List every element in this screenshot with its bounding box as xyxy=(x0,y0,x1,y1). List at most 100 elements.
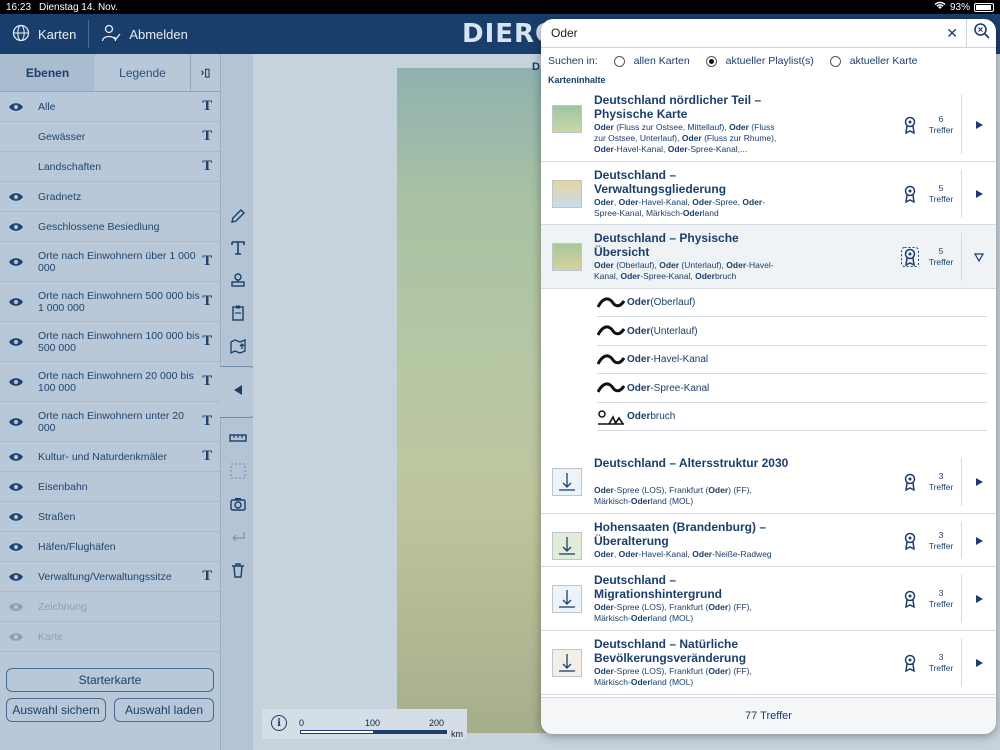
collapse-panel-icon[interactable]: ›▯ xyxy=(190,54,220,91)
scope-playlist-label[interactable]: aktueller Playlist(s) xyxy=(726,55,814,67)
maps-button[interactable]: Karten xyxy=(0,14,88,54)
text-toggle-icon[interactable]: T xyxy=(202,449,212,464)
result-item[interactable]: Deutschland – Natürliche Bevölkerungsver… xyxy=(541,631,996,695)
expand-arrow-icon[interactable] xyxy=(961,522,996,559)
result-title[interactable]: Deutschland – Migrationshintergrund xyxy=(594,573,794,601)
sub-result-item[interactable]: Oder bruch xyxy=(597,403,987,431)
eye-icon[interactable] xyxy=(8,99,30,115)
layer-row[interactable]: Orte nach Einwohnern 20 000 bis 100 000 T xyxy=(0,362,220,402)
trash-icon[interactable] xyxy=(228,560,248,580)
eye-icon[interactable] xyxy=(8,159,30,175)
expand-arrow-icon[interactable] xyxy=(961,639,996,687)
radio-playlist[interactable] xyxy=(705,55,717,67)
search-button[interactable] xyxy=(966,19,996,48)
layer-row[interactable]: Häfen/Flughäfen xyxy=(0,532,220,562)
layer-row[interactable]: Eisenbahn xyxy=(0,472,220,502)
text-toggle-icon[interactable]: T xyxy=(202,129,212,144)
layer-row[interactable]: Kultur- und Naturdenkmäler T xyxy=(0,442,220,472)
eye-icon[interactable] xyxy=(8,449,30,465)
layer-row[interactable]: Orte nach Einwohnern 500 000 bis 1 000 0… xyxy=(0,282,220,322)
layer-label: Eisenbahn xyxy=(38,480,88,493)
result-title[interactable]: Deutschland – Physische Übersicht xyxy=(594,231,794,259)
result-item[interactable]: Hohensaaten (Brandenburg) – Überalterung… xyxy=(541,514,996,567)
result-item[interactable]: Deutschland – Migrationshintergrund Oder-… xyxy=(541,567,996,631)
expand-arrow-icon[interactable] xyxy=(961,458,996,506)
eye-icon[interactable] xyxy=(8,334,30,350)
layer-row[interactable]: Alle T xyxy=(0,92,220,122)
layer-row[interactable]: Orte nach Einwohnern über 1 000 000 T xyxy=(0,242,220,282)
selection-icon[interactable] xyxy=(228,461,248,481)
tab-legend[interactable]: Legende xyxy=(95,54,190,91)
eye-icon[interactable] xyxy=(8,509,30,525)
tab-layers[interactable]: Ebenen xyxy=(0,54,95,91)
eye-icon[interactable] xyxy=(8,629,30,645)
search-input[interactable]: Oder xyxy=(541,19,996,48)
result-item[interactable]: Deutschland nördlicher Teil – Physische … xyxy=(541,87,996,162)
eye-icon[interactable] xyxy=(8,479,30,495)
layer-row[interactable]: Orte nach Einwohnern 100 000 bis 500 000… xyxy=(0,322,220,362)
eye-icon[interactable] xyxy=(8,374,30,390)
save-selection-button[interactable]: Auswahl sichern xyxy=(6,698,106,722)
collapse-sidebar-button[interactable] xyxy=(220,366,257,418)
eye-icon[interactable] xyxy=(8,599,30,615)
pencil-icon[interactable] xyxy=(228,206,248,226)
sub-result-item[interactable]: Oder -Spree-Kanal xyxy=(596,375,987,403)
eye-icon[interactable] xyxy=(8,569,30,585)
layer-row[interactable]: Straßen xyxy=(0,502,220,532)
layer-row[interactable]: Geschlossene Besiedlung xyxy=(0,212,220,242)
radio-all-maps[interactable] xyxy=(613,55,625,67)
layer-row[interactable]: Zeichnung xyxy=(0,592,220,622)
info-icon[interactable]: i xyxy=(271,715,287,731)
layer-row[interactable]: Gewässer T xyxy=(0,122,220,152)
text-toggle-icon[interactable]: T xyxy=(202,334,212,349)
text-toggle-icon[interactable]: T xyxy=(202,414,212,429)
layer-row[interactable]: Orte nach Einwohnern unter 20 000 T xyxy=(0,402,220,442)
result-item[interactable]: Deutschland – Physische Übersicht Oder (O… xyxy=(541,225,996,289)
eye-icon[interactable] xyxy=(8,294,30,310)
text-toggle-icon[interactable]: T xyxy=(202,254,212,269)
clipboard-icon[interactable] xyxy=(228,303,248,323)
layer-row[interactable]: Landschaften T xyxy=(0,152,220,182)
layer-row[interactable]: Karte xyxy=(0,622,220,652)
load-selection-button[interactable]: Auswahl laden xyxy=(114,698,214,722)
scope-all-label[interactable]: allen Karten xyxy=(634,55,690,67)
layer-row[interactable]: Verwaltung/Verwaltungssitze T xyxy=(0,562,220,592)
text-tool-icon[interactable] xyxy=(228,238,248,258)
result-title[interactable]: Hohensaaten (Brandenburg) – Überalterung xyxy=(594,520,794,548)
result-title[interactable]: Deutschland – Altersstruktur 2030 xyxy=(594,456,794,470)
text-toggle-icon[interactable]: T xyxy=(202,294,212,309)
eye-icon[interactable] xyxy=(8,129,30,145)
result-title[interactable]: Deutschland – Verwaltungsgliederung xyxy=(594,168,794,196)
text-toggle-icon[interactable]: T xyxy=(202,99,212,114)
eye-icon[interactable] xyxy=(8,189,30,205)
expand-arrow-icon[interactable] xyxy=(961,575,996,623)
expand-arrow-icon[interactable] xyxy=(961,95,996,154)
stamp-icon[interactable] xyxy=(228,271,248,291)
eye-icon[interactable] xyxy=(8,539,30,555)
text-toggle-icon[interactable]: T xyxy=(202,374,212,389)
eye-icon[interactable] xyxy=(8,414,30,430)
eye-icon[interactable] xyxy=(8,219,30,235)
map-upload-icon[interactable] xyxy=(228,336,248,356)
ruler-icon[interactable] xyxy=(228,428,248,448)
sub-result-item[interactable]: Oder (Unterlauf) xyxy=(596,318,987,346)
sub-result-item[interactable]: Oder -Havel-Kanal xyxy=(596,346,987,374)
scope-current-label[interactable]: aktueller Karte xyxy=(850,55,918,67)
starter-map-button[interactable]: Starterkarte xyxy=(6,668,214,692)
result-item[interactable]: Deutschland – Altersstruktur 2030 Oder-Sp… xyxy=(541,450,996,514)
undo-icon[interactable] xyxy=(228,527,248,547)
logout-button[interactable]: Abmelden xyxy=(89,14,200,54)
text-toggle-icon[interactable]: T xyxy=(202,159,212,174)
eye-icon[interactable] xyxy=(8,254,30,270)
collapse-arrow-icon[interactable] xyxy=(961,233,996,281)
result-title[interactable]: Deutschland – Natürliche Bevölkerungsver… xyxy=(594,637,794,665)
layer-row[interactable]: Gradnetz xyxy=(0,182,220,212)
expand-arrow-icon[interactable] xyxy=(961,170,996,217)
camera-icon[interactable] xyxy=(228,494,248,514)
result-item[interactable]: Deutschland – Verwaltungsgliederung Oder,… xyxy=(541,162,996,225)
result-title[interactable]: Deutschland nördlicher Teil – Physische … xyxy=(594,93,794,121)
clear-icon[interactable]: ✕ xyxy=(946,25,958,42)
sub-result-item[interactable]: Oder (Oberlauf) xyxy=(596,289,987,317)
radio-current-map[interactable] xyxy=(829,55,841,67)
text-toggle-icon[interactable]: T xyxy=(202,569,212,584)
